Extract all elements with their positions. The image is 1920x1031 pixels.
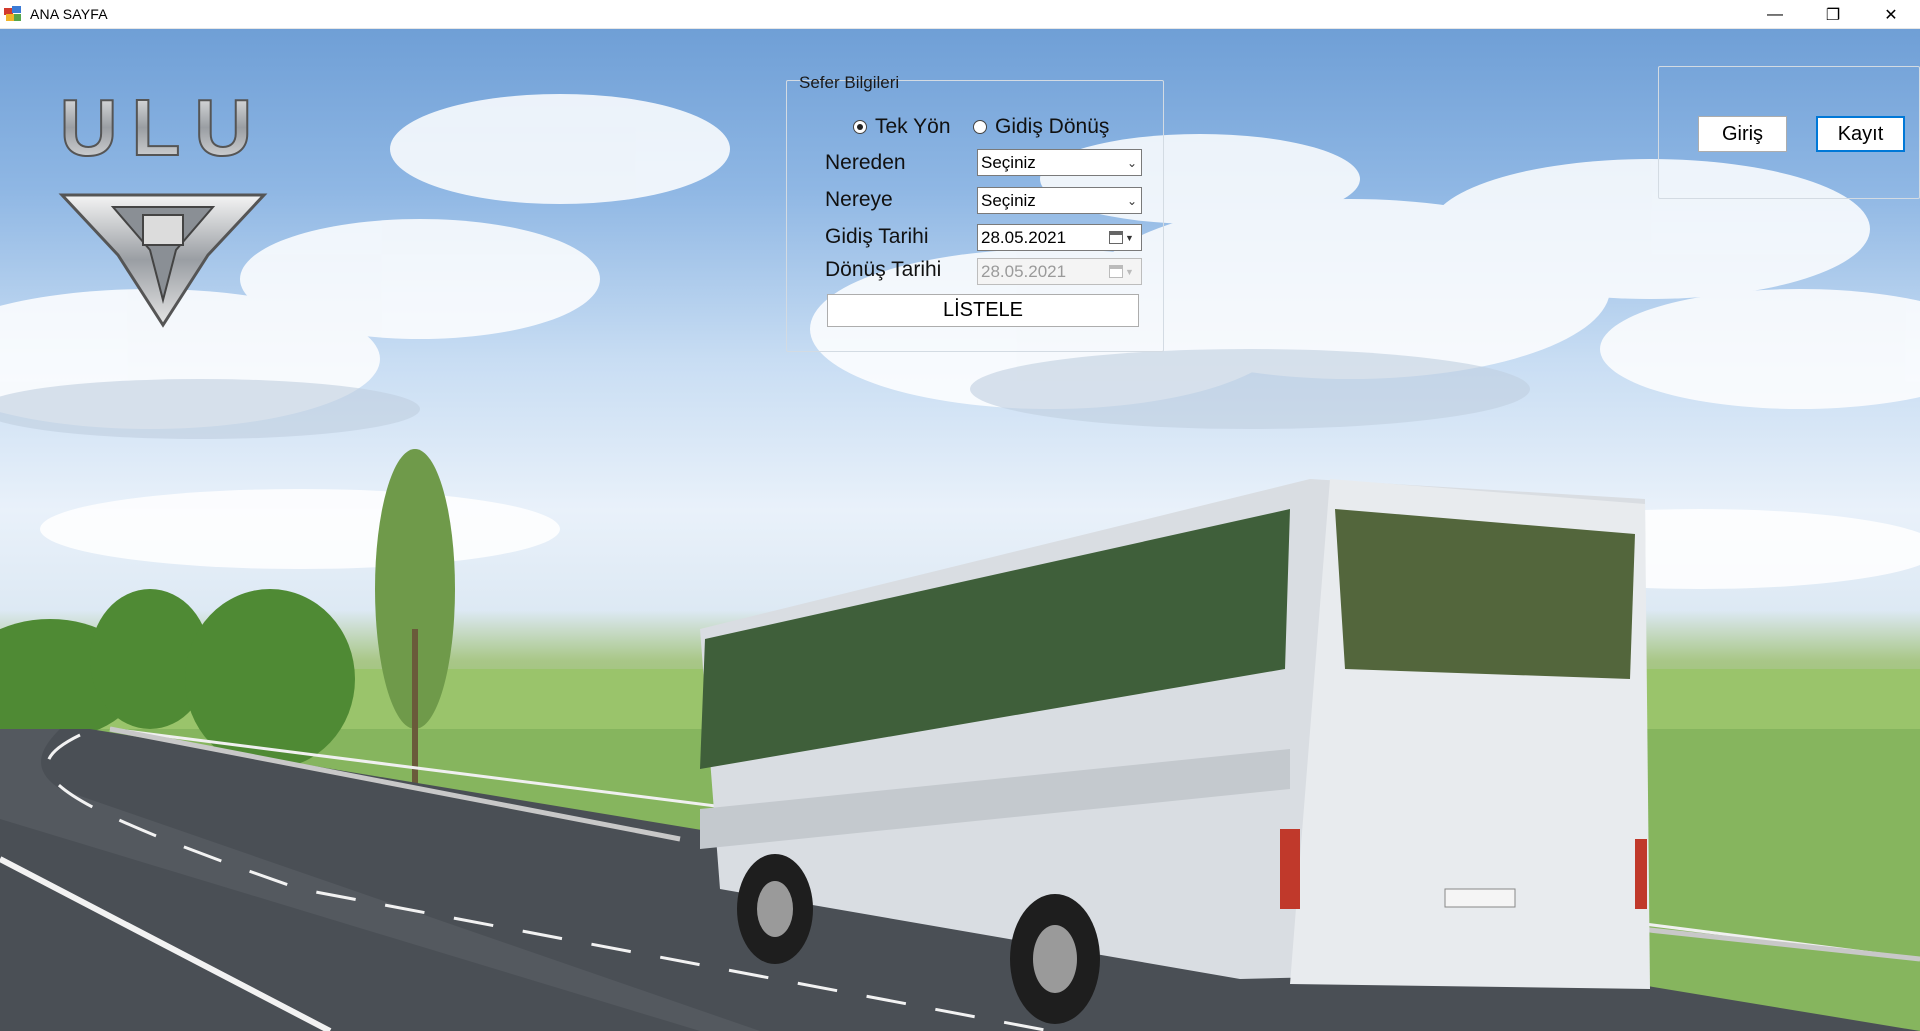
- radio-round-trip[interactable]: Gidiş Dönüş: [973, 115, 1109, 139]
- calendar-icon: [1109, 265, 1123, 278]
- depart-date-label: Gidiş Tarihi: [825, 225, 929, 248]
- from-select[interactable]: Seçiniz ⌄: [977, 149, 1142, 176]
- calendar-icon[interactable]: [1109, 231, 1123, 244]
- login-button[interactable]: Giriş: [1698, 116, 1787, 152]
- depart-date-value: 28.05.2021: [981, 227, 1067, 247]
- depart-date-picker[interactable]: 28.05.2021 ▼: [977, 224, 1142, 251]
- return-date-value: 28.05.2021: [981, 261, 1067, 281]
- close-button[interactable]: ✕: [1862, 0, 1920, 29]
- radio-one-way-circle[interactable]: [853, 120, 867, 134]
- register-button[interactable]: Kayıt: [1816, 116, 1905, 152]
- chevron-down-icon[interactable]: ⌄: [1123, 156, 1141, 170]
- ulu-logo: ULU: [58, 85, 268, 328]
- return-date-picker: 28.05.2021 ▼: [977, 258, 1142, 285]
- app-icon: [4, 6, 22, 22]
- radio-one-way-label: Tek Yön: [875, 115, 951, 138]
- window-controls: — ❐ ✕: [1746, 0, 1920, 29]
- trip-info-title: Sefer Bilgileri: [799, 73, 900, 92]
- radio-round-trip-label: Gidiş Dönüş: [995, 115, 1110, 138]
- from-label: Nereden: [825, 151, 906, 174]
- chevron-down-icon[interactable]: ⌄: [1123, 194, 1141, 208]
- restore-button[interactable]: ❐: [1804, 0, 1862, 29]
- dropdown-arrow-icon: ▼: [1125, 266, 1134, 277]
- dropdown-arrow-icon[interactable]: ▼: [1125, 233, 1137, 243]
- from-select-value: Seçiniz: [981, 152, 1036, 172]
- to-select-value: Seçiniz: [981, 190, 1036, 210]
- window-title: ANA SAYFA: [30, 6, 108, 22]
- main-form: ULU Sefer Bilgileri Tek Yön Gidiş Dönüş …: [0, 29, 1920, 1031]
- to-label: Nereye: [825, 188, 893, 211]
- title-bar: ANA SAYFA — ❐ ✕: [0, 0, 1920, 29]
- to-select[interactable]: Seçiniz ⌄: [977, 187, 1142, 214]
- radio-round-trip-circle[interactable]: [973, 120, 987, 134]
- radio-one-way[interactable]: Tek Yön: [853, 115, 951, 139]
- minimize-button[interactable]: —: [1746, 0, 1804, 29]
- list-button[interactable]: LİSTELE: [827, 294, 1139, 327]
- logo-text: ULU: [60, 85, 266, 172]
- return-date-label: Dönüş Tarihi: [825, 258, 942, 281]
